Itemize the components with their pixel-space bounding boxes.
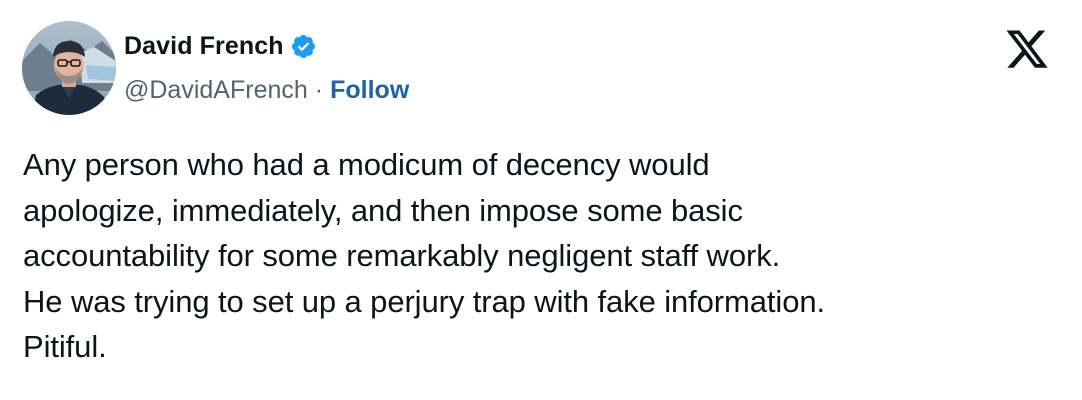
tweet-text: Any person who had a modicum of decency …	[23, 147, 825, 364]
author-name-row: David French	[124, 28, 409, 64]
author-info: David French @DavidAFrench · Follow	[124, 28, 409, 108]
separator-dot: ·	[314, 75, 324, 104]
author-handle-row: @DavidAFrench · Follow	[124, 72, 409, 108]
avatar-photo-icon	[22, 21, 116, 115]
follow-button[interactable]: Follow	[330, 76, 409, 105]
author-display-name[interactable]: David French	[124, 32, 284, 61]
x-logo-icon[interactable]	[1004, 30, 1050, 72]
author-handle[interactable]: @DavidAFrench	[124, 76, 308, 105]
tweet-card: David French @DavidAFrench · Follow Any …	[0, 0, 1082, 400]
author-avatar[interactable]	[22, 21, 116, 115]
verified-badge-icon	[290, 33, 317, 60]
